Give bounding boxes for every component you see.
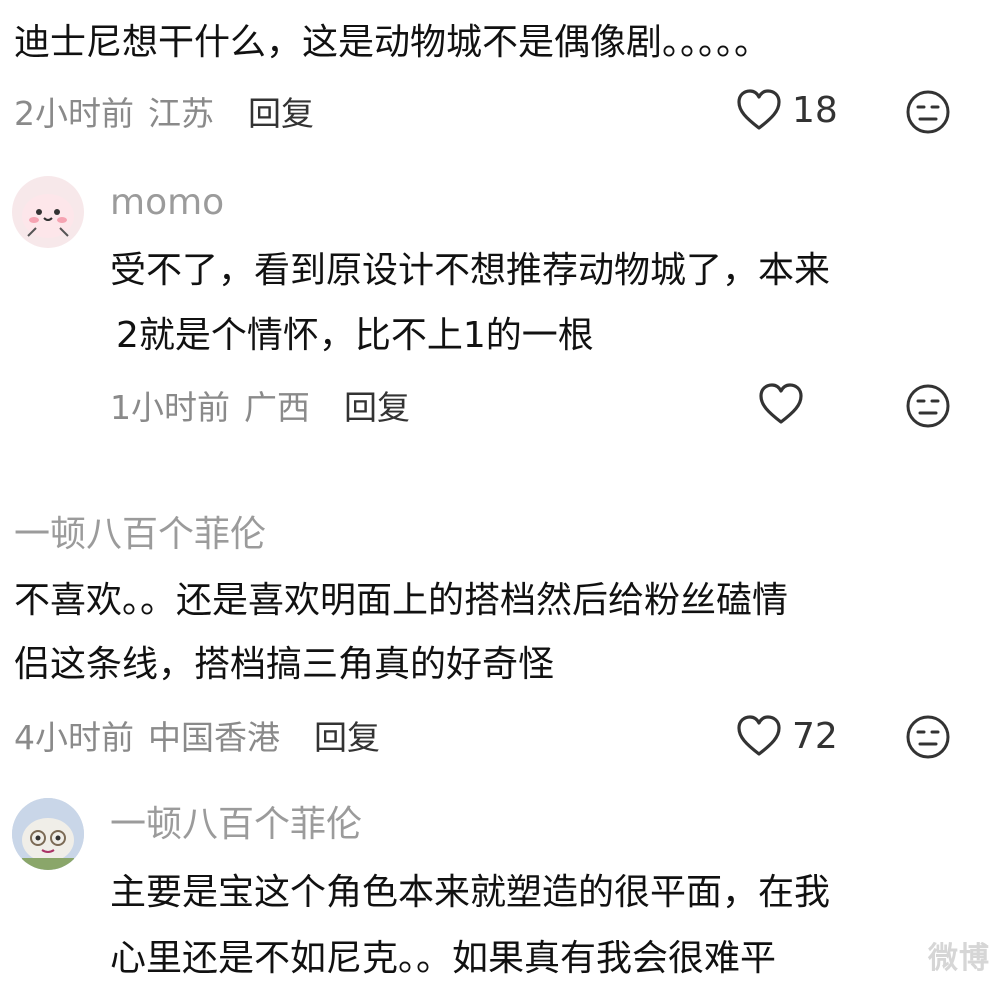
avatar[interactable] (12, 176, 84, 248)
like-button[interactable] (758, 382, 814, 426)
dislike-face-icon[interactable] (905, 714, 951, 760)
comment-location: 江苏 (148, 94, 214, 133)
comment-text-line: 2就是个情怀，比不上1的一根 (116, 315, 594, 356)
comment-time: 2小时前 (14, 94, 134, 133)
dislike-face-icon[interactable] (905, 383, 951, 429)
reply-button[interactable]: 回复 (248, 87, 314, 135)
comment-text-line: 受不了，看到原设计不想推荐动物城了，本来 (110, 250, 831, 291)
like-button[interactable]: 72 (736, 714, 838, 758)
comment-text-line: 不喜欢。。还是喜欢明面上的搭档然后给粉丝磕情 (14, 580, 789, 621)
comment-time: 4小时前 (14, 718, 134, 757)
comment-location: 广西 (244, 388, 310, 427)
heart-icon (737, 89, 781, 130)
username[interactable]: 一顿八百个菲伦 (14, 510, 266, 560)
comment-text: 迪士尼想干什么，这是动物城不是偶像剧。。。。。 (14, 22, 771, 63)
avatar-image (12, 798, 84, 870)
like-count: 72 (792, 715, 838, 757)
username[interactable]: momo (110, 178, 224, 228)
username[interactable]: 一顿八百个菲伦 (110, 800, 362, 850)
comment-meta: 2小时前 江苏 回复 (14, 86, 314, 136)
comment-time: 1小时前 (110, 388, 230, 427)
reply-button[interactable]: 回复 (344, 381, 410, 429)
heart-icon (737, 715, 781, 756)
comment-text-line: 侣这条线，搭档搞三角真的好奇怪 (14, 644, 555, 685)
comment-text-line: 主要是宝这个角色本来就塑造的很平面，在我 (110, 872, 831, 913)
like-button[interactable]: 18 (736, 88, 838, 132)
comment-meta: 4小时前 中国香港 回复 (14, 710, 380, 760)
avatar-image (22, 194, 74, 238)
watermark: 微博 (928, 941, 990, 976)
avatar[interactable] (12, 798, 84, 870)
reply-button[interactable]: 回复 (314, 711, 380, 759)
comment-text-line: 心里还是不如尼克。。如果真有我会很难平 (110, 938, 777, 979)
heart-icon (759, 383, 803, 424)
like-count: 18 (792, 89, 838, 131)
dislike-face-icon[interactable] (905, 89, 951, 135)
comment-location: 中国香港 (148, 718, 280, 757)
comment-meta: 1小时前 广西 回复 (110, 380, 410, 430)
